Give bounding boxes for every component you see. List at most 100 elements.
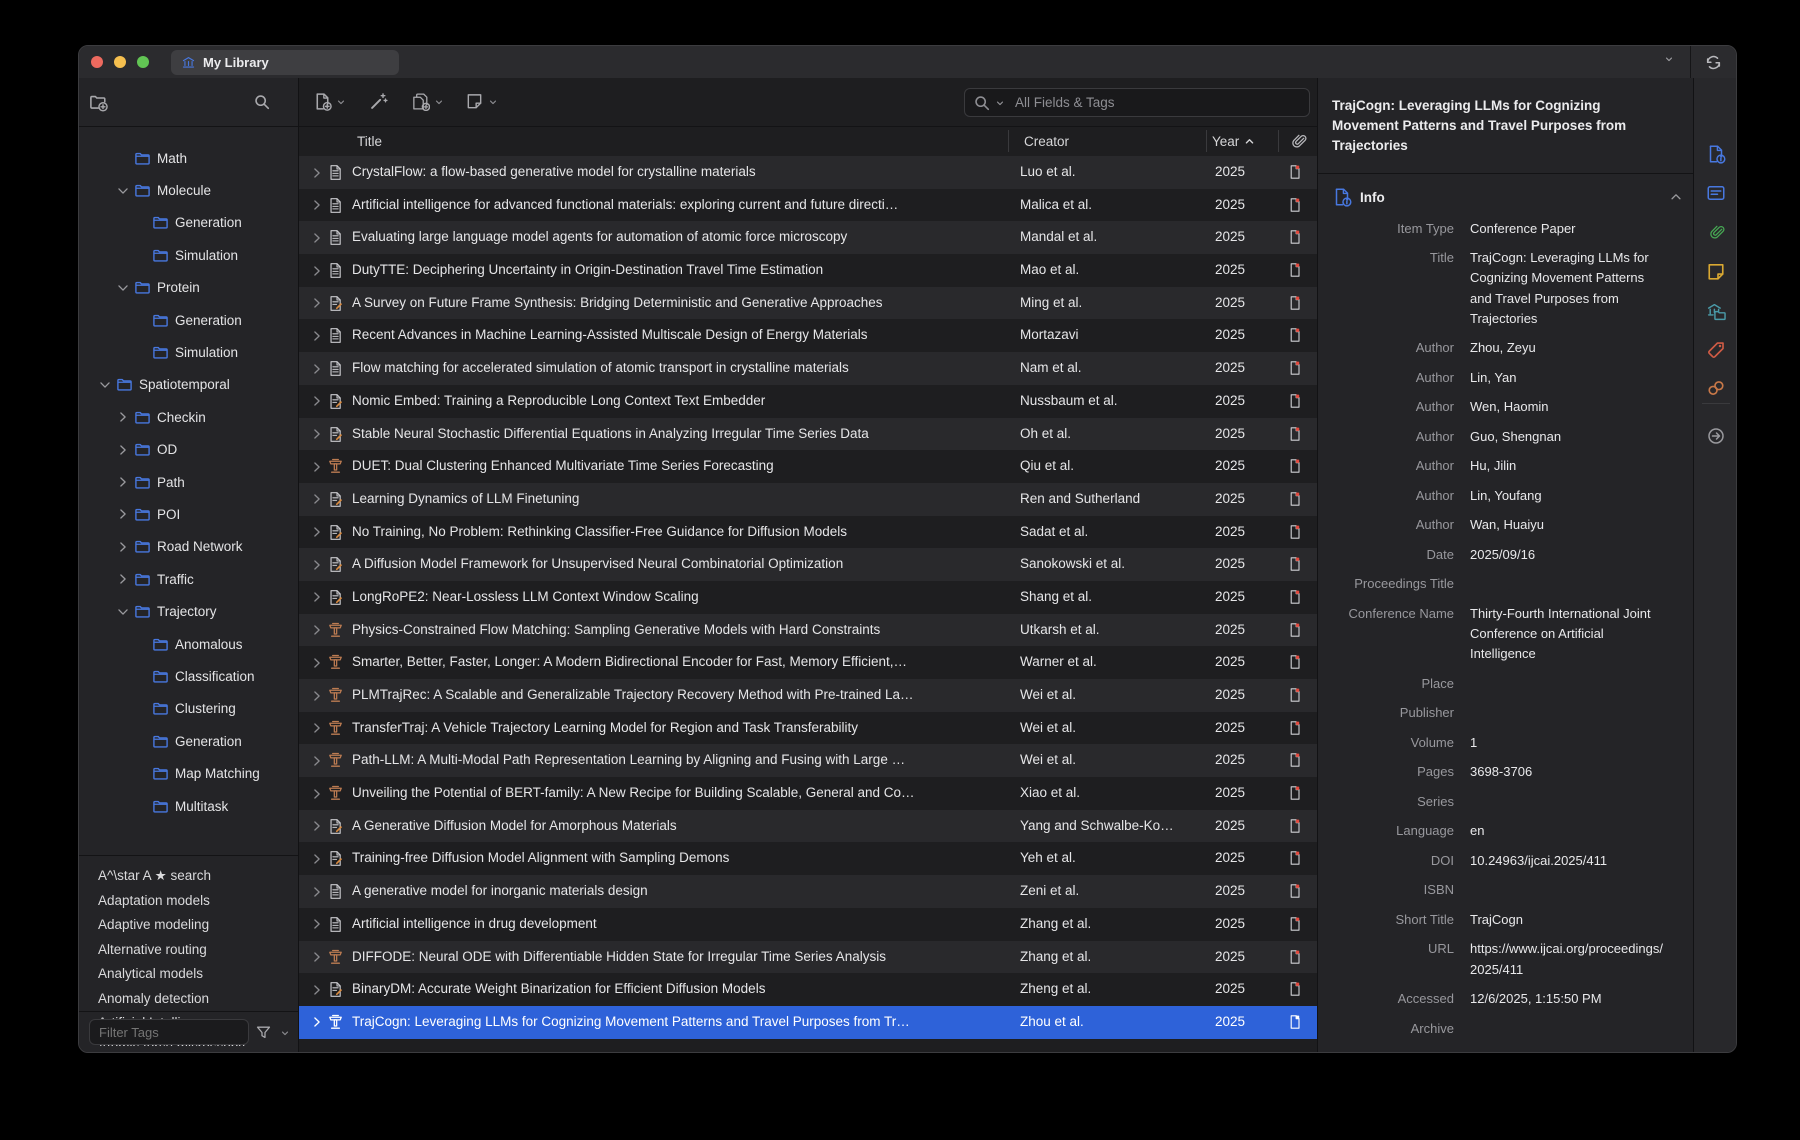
row-twisty-icon[interactable] — [310, 819, 324, 833]
table-row[interactable]: Path-LLM: A Multi-Modal Path Representat… — [299, 744, 1317, 777]
field-value[interactable]: Wen, Haomin — [1470, 397, 1665, 417]
twisty-collapsed-icon[interactable] — [116, 540, 130, 554]
field-value[interactable] — [1470, 703, 1665, 723]
table-row[interactable]: CrystalFlow: a flow-based generative mod… — [299, 156, 1317, 189]
sidebar-item-simulation[interactable]: Simulation — [79, 239, 298, 271]
field-value[interactable]: Guo, Shengnan — [1470, 427, 1665, 447]
row-twisty-icon[interactable] — [310, 917, 324, 931]
table-row[interactable]: A Generative Diffusion Model for Amorpho… — [299, 810, 1317, 843]
field-value[interactable]: Hu, Jilin — [1470, 456, 1665, 476]
field-value[interactable] — [1470, 792, 1665, 812]
related-icon[interactable] — [1705, 377, 1727, 399]
field-value[interactable]: en — [1470, 821, 1665, 841]
row-twisty-icon[interactable] — [310, 166, 324, 180]
row-twisty-icon[interactable] — [310, 296, 324, 310]
tag-item[interactable]: Adaptation models — [79, 888, 298, 912]
table-row[interactable]: Nomic Embed: Training a Reproducible Lon… — [299, 385, 1317, 418]
sidebar-item-spatiotemporal[interactable]: Spatiotemporal — [79, 369, 298, 401]
twisty-collapsed-icon[interactable] — [116, 475, 130, 489]
collapse-section-chevron-icon[interactable] — [1669, 190, 1683, 204]
table-row[interactable]: DIFFODE: Neural ODE with Differentiable … — [299, 941, 1317, 974]
field-value[interactable]: 2025/09/16 — [1470, 545, 1665, 565]
twisty-expanded-icon[interactable] — [116, 184, 130, 198]
sidebar-item-molecule[interactable]: Molecule — [79, 174, 298, 206]
column-header-year[interactable]: Year — [1212, 126, 1255, 156]
table-row[interactable]: PLMTrajRec: A Scalable and Generalizable… — [299, 679, 1317, 712]
tab-my-library[interactable]: My Library — [171, 50, 399, 75]
tag-item[interactable]: A^\star A ★ search — [79, 864, 298, 888]
field-value[interactable]: Zhou, Zeyu — [1470, 338, 1665, 358]
search-scope-chevron-icon[interactable] — [995, 98, 1005, 108]
search-field[interactable]: All Fields & Tags — [964, 88, 1310, 117]
table-row[interactable]: TransferTraj: A Vehicle Trajectory Learn… — [299, 712, 1317, 745]
row-twisty-icon[interactable] — [310, 983, 324, 997]
zoom-window-button[interactable] — [137, 56, 149, 68]
add-by-identifier-button[interactable] — [369, 92, 388, 111]
table-row[interactable]: Learning Dynamics of LLM FinetuningRen a… — [299, 483, 1317, 516]
row-twisty-icon[interactable] — [310, 427, 324, 441]
sidebar-item-path[interactable]: Path — [79, 466, 298, 498]
collapse-item-pane-chevron-icon[interactable] — [1664, 54, 1674, 64]
row-twisty-icon[interactable] — [310, 721, 324, 735]
info-section-header[interactable]: Info — [1332, 184, 1683, 210]
sidebar-item-math[interactable]: Math — [79, 142, 298, 174]
sidebar-item-classification[interactable]: Classification — [79, 660, 298, 692]
sidebar-item-generation[interactable]: Generation — [79, 207, 298, 239]
sidebar-item-protein[interactable]: Protein — [79, 272, 298, 304]
table-row[interactable]: LongRoPE2: Near-Lossless LLM Context Win… — [299, 581, 1317, 614]
sidebar-item-clustering[interactable]: Clustering — [79, 693, 298, 725]
twisty-collapsed-icon[interactable] — [116, 410, 130, 424]
attachments-icon[interactable] — [1705, 221, 1727, 243]
field-value[interactable]: Thirty-Fourth International Joint Confer… — [1470, 604, 1665, 665]
tag-options-chevron-icon[interactable] — [280, 1028, 290, 1038]
libraries-collections-icon[interactable] — [1705, 300, 1727, 322]
twisty-expanded-icon[interactable] — [116, 281, 130, 295]
table-row[interactable]: Evaluating large language model agents f… — [299, 221, 1317, 254]
attachment-column-header[interactable] — [1290, 126, 1307, 156]
row-twisty-icon[interactable] — [310, 656, 324, 670]
table-row[interactable]: Smarter, Better, Faster, Longer: A Moder… — [299, 646, 1317, 679]
table-row[interactable]: Training-free Diffusion Model Alignment … — [299, 842, 1317, 875]
field-value[interactable] — [1470, 674, 1665, 694]
tags-icon[interactable] — [1705, 339, 1727, 361]
field-value[interactable]: 3698-3706 — [1470, 762, 1665, 782]
sidebar-item-traffic[interactable]: Traffic — [79, 563, 298, 595]
field-value[interactable]: Lin, Yan — [1470, 368, 1665, 388]
row-twisty-icon[interactable] — [310, 394, 324, 408]
twisty-collapsed-icon[interactable] — [116, 572, 130, 586]
sidebar-item-anomalous[interactable]: Anomalous — [79, 628, 298, 660]
table-row[interactable]: BinaryDM: Accurate Weight Binarization f… — [299, 973, 1317, 1006]
sidebar-item-multitask[interactable]: Multitask — [79, 790, 298, 822]
new-collection-button[interactable] — [89, 93, 108, 112]
table-row[interactable]: DutyTTE: Deciphering Uncertainty in Orig… — [299, 254, 1317, 287]
row-twisty-icon[interactable] — [310, 1015, 324, 1029]
field-value[interactable]: 1 — [1470, 733, 1665, 753]
twisty-expanded-icon[interactable] — [98, 378, 112, 392]
row-twisty-icon[interactable] — [310, 525, 324, 539]
sidebar-item-poi[interactable]: POI — [79, 498, 298, 530]
row-twisty-icon[interactable] — [310, 623, 324, 637]
notes-icon[interactable] — [1705, 261, 1727, 283]
minimize-window-button[interactable] — [114, 56, 126, 68]
table-row[interactable]: Artificial intelligence for advanced fun… — [299, 189, 1317, 222]
table-row[interactable]: A Diffusion Model Framework for Unsuperv… — [299, 548, 1317, 581]
funnel-icon[interactable] — [255, 1024, 272, 1041]
table-row[interactable]: Flow matching for accelerated simulation… — [299, 352, 1317, 385]
table-row[interactable]: Artificial intelligence in drug developm… — [299, 908, 1317, 941]
field-value[interactable] — [1470, 574, 1665, 594]
field-value[interactable]: 12/6/2025, 1:15:50 PM — [1470, 989, 1665, 1009]
abstract-icon[interactable] — [1705, 182, 1727, 204]
field-value[interactable]: 10.24963/ijcai.2025/411 — [1470, 851, 1665, 871]
sidebar-item-od[interactable]: OD — [79, 434, 298, 466]
field-value[interactable] — [1470, 1019, 1665, 1039]
row-twisty-icon[interactable] — [310, 590, 324, 604]
row-twisty-icon[interactable] — [310, 492, 324, 506]
table-row[interactable]: A generative model for inorganic materia… — [299, 875, 1317, 908]
collection-search-button[interactable] — [253, 93, 271, 111]
sync-icon[interactable] — [1704, 53, 1723, 72]
locate-icon[interactable] — [1705, 425, 1727, 447]
field-value[interactable]: Wan, Huaiyu — [1470, 515, 1665, 535]
row-twisty-icon[interactable] — [310, 689, 324, 703]
new-note-button[interactable] — [465, 92, 498, 111]
twisty-collapsed-icon[interactable] — [116, 443, 130, 457]
